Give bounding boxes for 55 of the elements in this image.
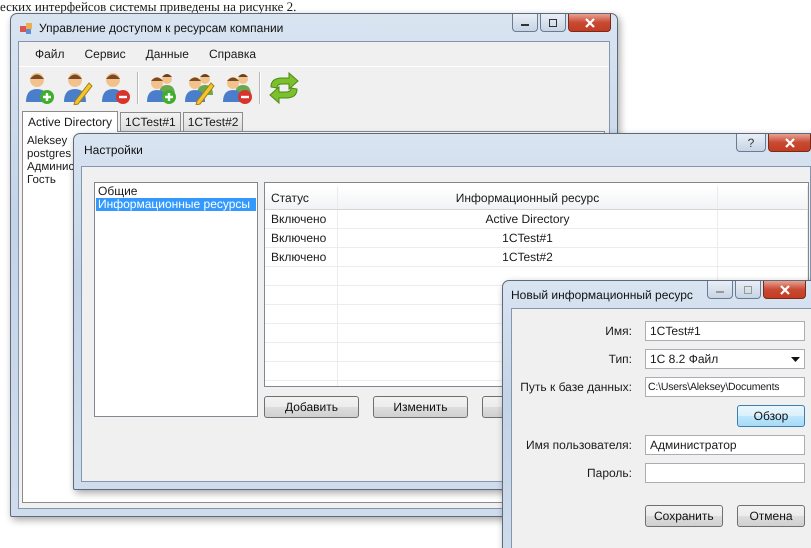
maximize-icon	[548, 18, 558, 26]
field-label: Пароль:	[586, 466, 632, 480]
remove-user-icon[interactable]	[99, 71, 131, 105]
column-header[interactable]: Информационный ресурс	[338, 186, 718, 209]
window-title: Управление доступом к ресурсам компании	[39, 20, 284, 34]
dialog-button[interactable]: Сохранить	[645, 505, 723, 527]
maximize-icon	[743, 286, 753, 294]
menu-item[interactable]: Справка	[208, 47, 256, 61]
add-group-icon[interactable]	[145, 71, 177, 105]
field-label: Тип:	[608, 352, 632, 366]
input-field[interactable]: C:\Users\Aleksey\Documents	[645, 377, 805, 397]
tab[interactable]: 1CTest#2	[182, 112, 244, 131]
table-cell: 1CTest#2	[502, 250, 553, 264]
table-cell: Включено	[271, 212, 326, 226]
remove-group-icon[interactable]	[221, 71, 253, 105]
add-user-icon[interactable]	[23, 71, 55, 105]
dropdown-arrow-icon	[791, 356, 800, 362]
table-cell: Включено	[271, 250, 326, 264]
dialog-button[interactable]: Изменить	[373, 396, 468, 418]
tab[interactable]: Active Directory	[22, 111, 118, 132]
close-icon	[784, 138, 796, 148]
dialog-button[interactable]: Добавить	[264, 396, 359, 418]
minimize-button[interactable]	[512, 14, 538, 32]
close-button[interactable]	[568, 14, 611, 32]
dialog-title: Новый информационный ресурс	[511, 288, 693, 302]
input-field[interactable]: 1CTest#1	[645, 321, 805, 341]
menu-item[interactable]: Файл	[35, 47, 65, 61]
close-button[interactable]	[763, 281, 806, 299]
type-dropdown[interactable]: 1С 8.2 Файл	[645, 349, 805, 369]
refresh-icon[interactable]	[267, 71, 301, 105]
dialog-button[interactable]: Отмена	[737, 505, 805, 527]
browse-button[interactable]: Обзор	[737, 405, 805, 427]
maximize-button[interactable]	[540, 14, 566, 32]
field-label: Имя пользователя:	[524, 438, 632, 452]
section-item[interactable]: Общие	[96, 185, 256, 198]
field-label: Имя:	[604, 324, 632, 338]
dialog-title: Настройки	[84, 143, 143, 157]
app-icon	[19, 20, 33, 34]
input-field[interactable]: Администратор	[645, 435, 805, 455]
table-cell: Включено	[271, 231, 326, 245]
menu-item[interactable]: Данные	[146, 47, 189, 61]
help-button[interactable]: ?	[736, 134, 766, 152]
caption-text: еских интерфейсов системы приведены на рисунке 2.	[0, 0, 296, 13]
close-icon	[584, 18, 596, 28]
tab[interactable]: 1CTest#1	[120, 112, 181, 131]
table-cell: 1CTest#1	[502, 231, 553, 245]
edit-user-icon[interactable]	[61, 71, 93, 105]
close-button[interactable]	[768, 134, 811, 152]
column-header[interactable]: Статус	[265, 186, 338, 209]
field-label: Путь к базе данных:	[519, 380, 632, 394]
close-icon	[778, 284, 790, 294]
password-field[interactable]	[645, 463, 805, 483]
table-cell: Active Directory	[485, 212, 570, 226]
menu-item[interactable]: Сервис	[84, 47, 126, 61]
edit-group-icon[interactable]	[183, 71, 215, 105]
